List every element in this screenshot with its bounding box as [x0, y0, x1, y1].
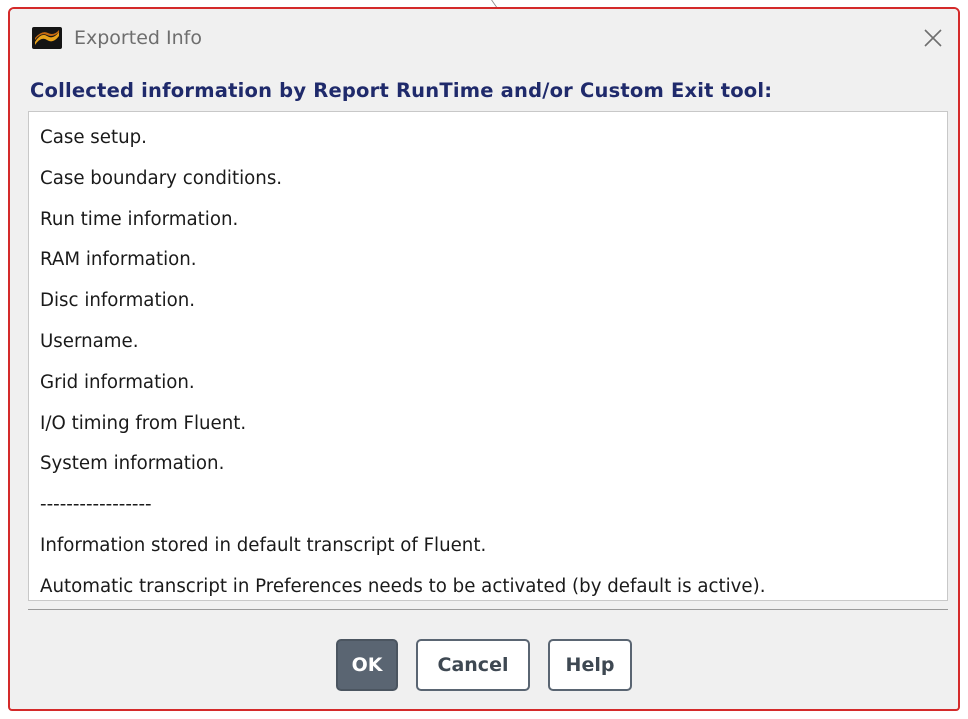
- help-button[interactable]: Help: [548, 639, 632, 691]
- info-line: Case setup.: [40, 127, 147, 148]
- info-text-area[interactable]: Case setup. Case boundary conditions. Ru…: [28, 111, 948, 601]
- info-line: Disc information.: [40, 290, 196, 312]
- close-button[interactable]: [918, 23, 948, 53]
- exported-info-dialog: Exported Info Collected information by R…: [8, 7, 960, 711]
- info-line: Case boundary conditions.: [40, 167, 283, 189]
- info-line: Grid information.: [40, 371, 195, 393]
- close-icon: [924, 29, 942, 47]
- info-line: System information.: [40, 453, 225, 475]
- info-line: Automatic transcript in Preferences need…: [40, 575, 766, 597]
- info-line: Information stored in default transcript…: [40, 534, 487, 556]
- cancel-button[interactable]: Cancel: [416, 639, 530, 691]
- ok-button[interactable]: OK: [336, 639, 398, 691]
- button-row: OK Cancel Help: [10, 639, 958, 693]
- separator-line: -----------------: [40, 494, 152, 516]
- window-title: Exported Info: [74, 27, 202, 49]
- info-line: Username.: [40, 330, 139, 352]
- info-line: RAM information.: [40, 249, 197, 271]
- info-heading: Collected information by Report RunTime …: [30, 79, 773, 102]
- title-bar[interactable]: Exported Info: [10, 9, 958, 67]
- info-line: I/O timing from Fluent.: [40, 412, 247, 434]
- fluent-app-icon: [32, 27, 62, 49]
- divider: [28, 609, 948, 610]
- info-line: Run time information.: [40, 208, 239, 230]
